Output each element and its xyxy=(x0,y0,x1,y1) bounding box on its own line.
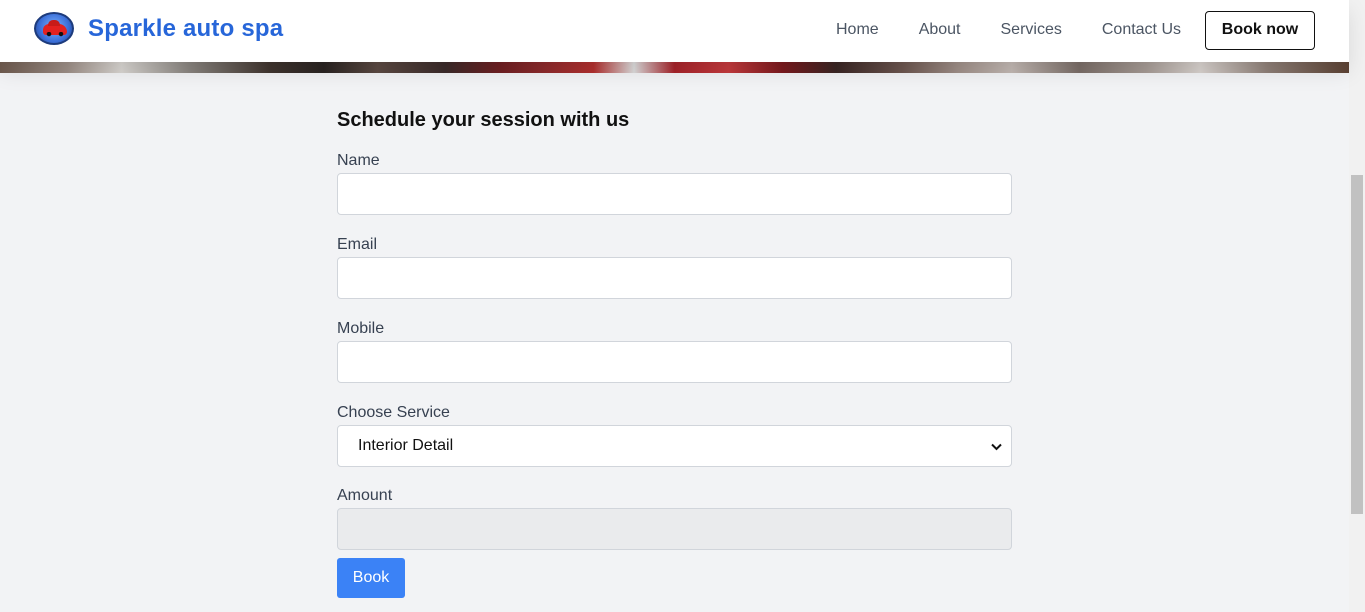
scrollbar-thumb[interactable] xyxy=(1351,175,1363,514)
main-nav: Home About Services Contact Us Book now xyxy=(836,10,1315,50)
scrollbar[interactable] xyxy=(1349,0,1365,612)
email-input[interactable] xyxy=(337,257,1012,299)
brand[interactable]: Sparkle auto spa xyxy=(34,12,283,45)
nav-link-about[interactable]: About xyxy=(919,10,961,50)
nav-link-services[interactable]: Services xyxy=(1001,10,1062,50)
nav-link-contact[interactable]: Contact Us xyxy=(1102,10,1181,50)
name-label: Name xyxy=(337,152,380,169)
booking-form: Schedule your session with us Name Email… xyxy=(337,106,1012,598)
form-title: Schedule your session with us xyxy=(337,109,630,131)
amount-label: Amount xyxy=(337,487,393,504)
name-input[interactable] xyxy=(337,173,1012,215)
book-now-button[interactable]: Book now xyxy=(1205,10,1315,50)
service-label: Choose Service xyxy=(337,404,450,421)
amount-input xyxy=(337,508,1012,550)
email-label: Email xyxy=(337,236,378,253)
brand-name: Sparkle auto spa xyxy=(88,14,284,42)
nav-link-home[interactable]: Home xyxy=(836,10,879,50)
service-selected-value: Interior Detail xyxy=(358,437,454,454)
car-logo-icon xyxy=(34,12,74,45)
mobile-input[interactable] xyxy=(337,341,1012,383)
chevron-down-icon xyxy=(991,438,1002,454)
site-header: Sparkle auto spa Home About Services Con… xyxy=(0,0,1349,62)
service-select[interactable]: Interior Detail xyxy=(337,425,1012,467)
mobile-label: Mobile xyxy=(337,320,385,337)
page: Sparkle auto spa Home About Services Con… xyxy=(0,0,1365,612)
book-button[interactable]: Book xyxy=(337,558,405,598)
